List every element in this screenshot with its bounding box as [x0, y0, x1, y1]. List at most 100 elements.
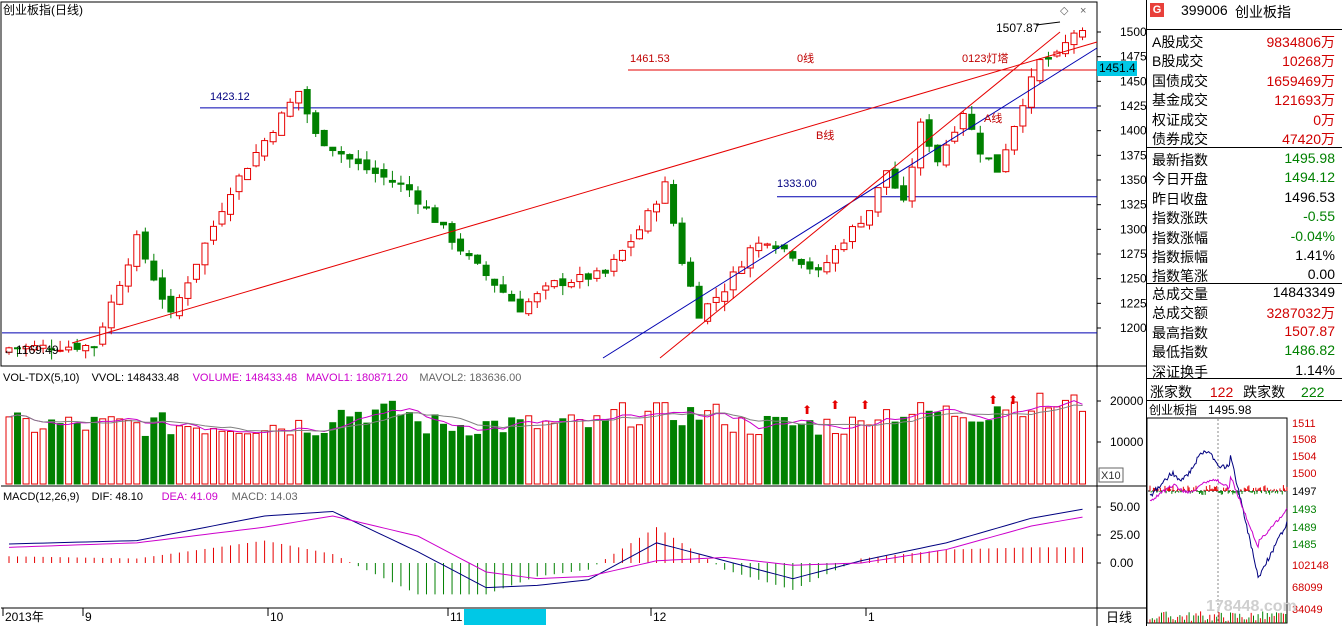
volume-bar: [900, 416, 908, 485]
time-tick-label: 2013年: [5, 610, 44, 624]
arrow-up-icon: ⬆: [988, 393, 998, 407]
volume-bar: [235, 432, 243, 485]
quote-row: 权证成交 0万: [1147, 109, 1341, 128]
quote-value: 1495.98: [1284, 150, 1335, 166]
volume-bar: [857, 420, 865, 485]
volume-bar: [550, 422, 558, 485]
quote-label: 总成交额: [1152, 305, 1208, 322]
quote-row: B股成交 10268万: [1147, 50, 1341, 69]
volume-bar: [312, 435, 320, 485]
candle-body: [908, 166, 916, 202]
candle-body: [661, 181, 669, 204]
volume-bar: [780, 417, 788, 485]
candle-body: [1079, 30, 1087, 38]
candle-body: [644, 210, 652, 232]
volume-bar: [209, 428, 217, 485]
volume-bar: [448, 430, 456, 485]
level-label: 0123灯塔: [962, 52, 1008, 65]
macd-tick-label: 50.00: [1110, 500, 1140, 514]
divider: [1146, 378, 1342, 379]
volume-bar: [635, 424, 643, 485]
time-tick-label: 10: [270, 610, 284, 624]
candle-body: [82, 344, 90, 352]
volume-bar: [985, 420, 993, 485]
kline-chart[interactable]: 创业板指(日线) ◇ × 150014751450142514001375135…: [0, 0, 1146, 626]
volume-bar: [1044, 407, 1052, 485]
volume-bar: [866, 424, 874, 485]
close-icon[interactable]: ×: [1080, 5, 1086, 17]
volume-bar: [610, 409, 618, 485]
volume-bar: [755, 434, 763, 485]
volume-unit: X10: [1101, 470, 1121, 482]
volume-bar: [48, 419, 56, 485]
diamond-icon[interactable]: ◇: [1060, 5, 1069, 17]
time-tick-label: 12: [653, 610, 667, 624]
level-label: 1333.00: [777, 178, 817, 190]
mini-intraday-chart[interactable]: 创业板指 1495.98 1511 1508 1504 1500 1497 1493 148…: [1146, 401, 1342, 625]
quote-label: B股成交: [1152, 53, 1204, 70]
divider: [1146, 283, 1342, 284]
mini-tick-label: 1489: [1292, 522, 1316, 534]
vol-mavol2: MAVOL2: 183636.00: [419, 372, 521, 384]
candle-body: [227, 194, 235, 215]
candle-body: [840, 242, 848, 251]
macd-macd: MACD: 14.03: [232, 491, 298, 503]
volume-bar: [431, 414, 439, 485]
arrow-up-icon: ⬆: [1008, 393, 1018, 407]
quote-row: 最新指数 1495.98: [1147, 149, 1341, 168]
candle-body: [269, 132, 277, 143]
volume-bar: [695, 419, 703, 485]
candle-body: [124, 264, 132, 287]
high-label: 1507.87: [996, 21, 1040, 35]
volume-bar: [405, 412, 413, 485]
candle-body: [303, 89, 311, 115]
candle-body: [218, 211, 226, 225]
quote-value: -0.55: [1303, 208, 1335, 225]
volume-bar: [116, 418, 124, 485]
volume-bar: [252, 432, 260, 485]
candle-body: [516, 298, 524, 313]
vol-volume: VOLUME: 148433.48: [193, 372, 298, 384]
candle-body: [73, 342, 81, 350]
mini-tick-label: 1497: [1292, 486, 1316, 498]
candle-body: [380, 169, 388, 178]
candle-body: [823, 262, 831, 273]
candle-body: [576, 274, 584, 283]
volume-bar: [363, 422, 371, 485]
quote-value: 9834806万: [1266, 34, 1335, 50]
volume-bar: [388, 400, 396, 485]
vol-tick-label: 20000: [1110, 394, 1144, 408]
quote-label: 权证成交: [1152, 111, 1208, 128]
period-button[interactable]: 日线: [1106, 610, 1132, 625]
candle-body: [891, 168, 899, 189]
volume-bar: [269, 424, 277, 485]
quote-row: 指数涨跌 -0.55: [1147, 207, 1341, 226]
quote-row: 指数涨幅 -0.04%: [1147, 227, 1341, 246]
quote-row: 昨日收盘 1496.53: [1147, 188, 1341, 207]
candle-body: [746, 247, 754, 269]
quote-row: 深证换手 1.14%: [1147, 361, 1341, 380]
candle-body: [1070, 32, 1078, 46]
quote-row: 最高指数 1507.87: [1147, 322, 1341, 341]
candle-body: [925, 119, 933, 147]
volume-bar: [627, 426, 635, 485]
quote-row: 今日开盘 1494.12: [1147, 168, 1341, 187]
candle-body: [422, 206, 430, 209]
volume-bar: [218, 430, 226, 485]
volume-bar: [175, 425, 183, 485]
watermark: 178448.com: [1206, 598, 1297, 615]
volume-bar: [124, 419, 132, 485]
candle-body: [499, 284, 507, 293]
quote-value: 121693万: [1274, 92, 1335, 109]
volume-bar: [90, 416, 98, 485]
date-cursor-box: [464, 609, 546, 625]
quote-label: 最新指数: [1152, 152, 1208, 168]
low-arrow-icon: ←: [3, 343, 15, 357]
candle-body: [388, 179, 396, 183]
volume-bar: [1070, 394, 1078, 485]
volume-bar: [840, 433, 848, 485]
volume-bar: [601, 418, 609, 485]
volume-bar: [320, 432, 328, 485]
candle-body: [670, 184, 678, 224]
volume-bar: [474, 433, 482, 485]
